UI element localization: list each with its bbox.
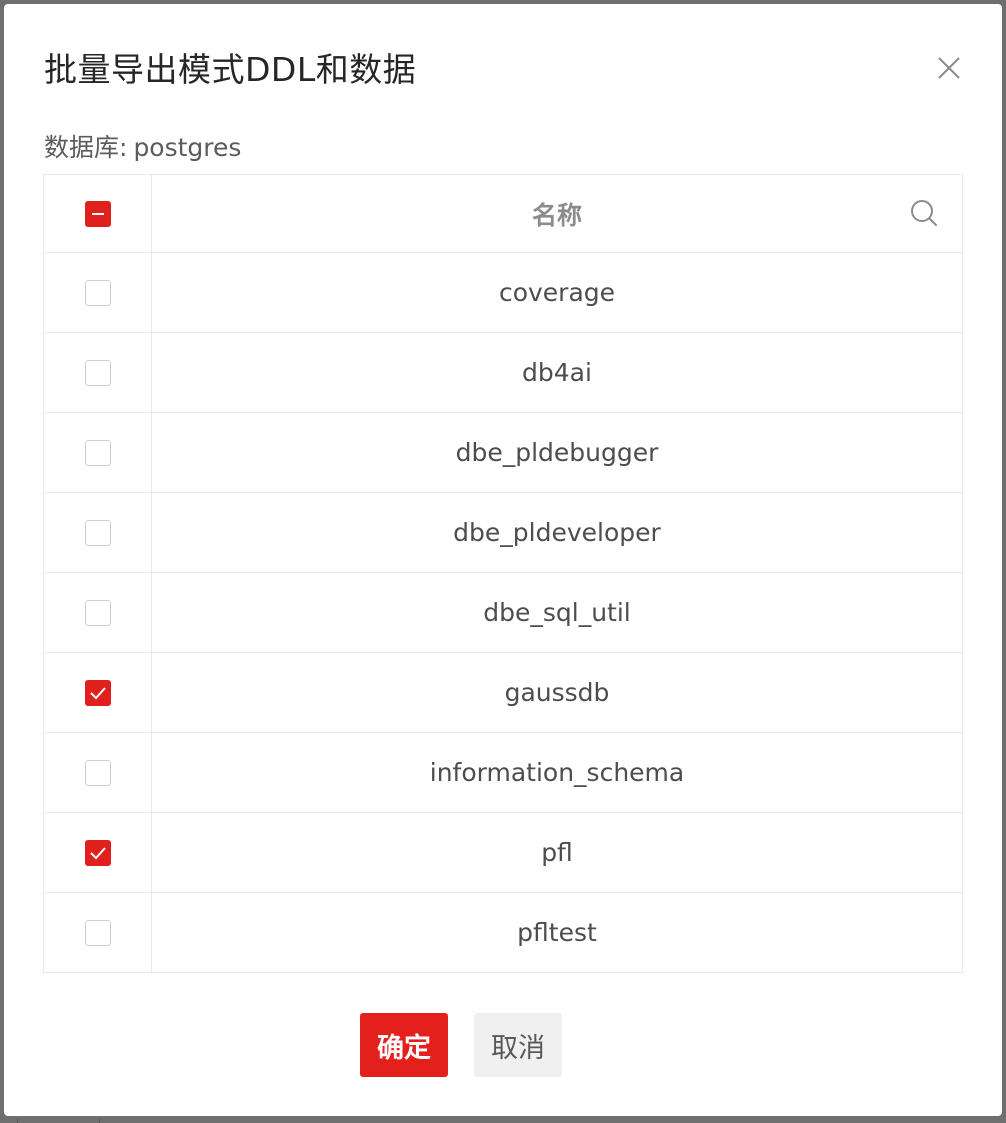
schema-name: pfl bbox=[541, 838, 573, 867]
row-check-cell bbox=[44, 573, 152, 652]
schema-name: dbe_pldebugger bbox=[455, 438, 659, 467]
background-divider-mid bbox=[99, 1119, 100, 1123]
row-check-cell bbox=[44, 333, 152, 412]
close-icon bbox=[938, 57, 960, 79]
close-button[interactable] bbox=[930, 49, 968, 87]
confirm-button[interactable]: 确定 bbox=[360, 1013, 448, 1077]
export-dialog: 批量导出模式DDL和数据 数据库: postgres 名称 coverage db4… bbox=[4, 4, 1002, 1116]
schema-name: db4ai bbox=[522, 358, 592, 387]
table-row[interactable]: gaussdb bbox=[44, 652, 962, 732]
table-row[interactable]: pfltest bbox=[44, 892, 962, 972]
row-name-cell: pfl bbox=[152, 813, 962, 892]
header-name-cell: 名称 bbox=[152, 175, 962, 252]
table-row[interactable]: pfl bbox=[44, 812, 962, 892]
header-check-cell bbox=[44, 175, 152, 252]
table-row[interactable]: coverage bbox=[44, 252, 962, 332]
database-name: postgres bbox=[133, 133, 242, 162]
checkmark-icon bbox=[89, 686, 106, 699]
background-divider-left bbox=[17, 1119, 18, 1123]
table-row[interactable]: information_schema bbox=[44, 732, 962, 812]
row-name-cell: coverage bbox=[152, 253, 962, 332]
row-checkbox[interactable] bbox=[84, 919, 111, 946]
schema-name: information_schema bbox=[429, 758, 685, 787]
dialog-title: 批量导出模式DDL和数据 bbox=[44, 50, 417, 89]
row-checkbox[interactable] bbox=[84, 599, 111, 626]
schema-name: pfltest bbox=[517, 918, 597, 947]
row-check-cell bbox=[44, 653, 152, 732]
row-name-cell: information_schema bbox=[152, 733, 962, 812]
row-checkbox[interactable] bbox=[84, 679, 111, 706]
schema-name: gaussdb bbox=[504, 678, 610, 707]
table-header: 名称 bbox=[44, 175, 962, 252]
table-row[interactable]: db4ai bbox=[44, 332, 962, 412]
row-name-cell: pfltest bbox=[152, 893, 962, 972]
row-checkbox[interactable] bbox=[84, 519, 111, 546]
row-check-cell bbox=[44, 813, 152, 892]
table-row[interactable]: dbe_pldebugger bbox=[44, 412, 962, 492]
row-checkbox[interactable] bbox=[84, 279, 111, 306]
dialog-footer: 确定 取消 bbox=[4, 1013, 1002, 1077]
row-checkbox[interactable] bbox=[84, 359, 111, 386]
row-check-cell bbox=[44, 893, 152, 972]
row-name-cell: dbe_sql_util bbox=[152, 573, 962, 652]
row-name-cell: dbe_pldebugger bbox=[152, 413, 962, 492]
table-body: coverage db4ai dbe_pldebugger dbe_pldevelop… bbox=[44, 252, 962, 972]
schema-table: 名称 coverage db4ai dbe_pldebugger dbe_pldeve… bbox=[43, 174, 963, 973]
select-all-checkbox[interactable] bbox=[84, 200, 111, 227]
database-label: 数据库: bbox=[44, 133, 128, 162]
schema-name: dbe_pldeveloper bbox=[453, 518, 661, 547]
search-icon[interactable] bbox=[910, 199, 938, 227]
cancel-button[interactable]: 取消 bbox=[474, 1013, 562, 1077]
row-check-cell bbox=[44, 733, 152, 812]
row-checkbox[interactable] bbox=[84, 439, 111, 466]
row-check-cell bbox=[44, 493, 152, 572]
row-checkbox[interactable] bbox=[84, 759, 111, 786]
table-row[interactable]: dbe_pldeveloper bbox=[44, 492, 962, 572]
row-name-cell: db4ai bbox=[152, 333, 962, 412]
row-name-cell: dbe_pldeveloper bbox=[152, 493, 962, 572]
checkmark-icon bbox=[89, 846, 106, 859]
schema-name: dbe_sql_util bbox=[483, 598, 631, 627]
row-check-cell bbox=[44, 253, 152, 332]
row-check-cell bbox=[44, 413, 152, 492]
row-name-cell: gaussdb bbox=[152, 653, 962, 732]
row-checkbox[interactable] bbox=[84, 839, 111, 866]
schema-name: coverage bbox=[498, 278, 616, 307]
table-row[interactable]: dbe_sql_util bbox=[44, 572, 962, 652]
name-column-header: 名称 bbox=[531, 200, 582, 230]
database-info: 数据库: postgres bbox=[44, 130, 241, 166]
